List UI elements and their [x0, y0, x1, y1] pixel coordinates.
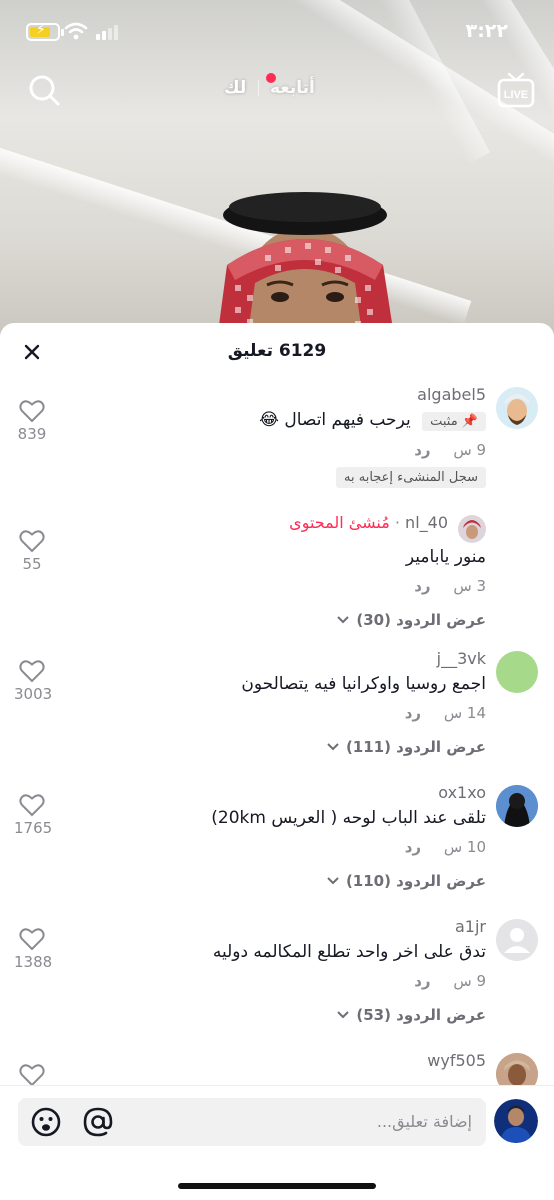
- battery-icon: ⚡: [26, 22, 64, 41]
- like-count: 55: [22, 555, 42, 573]
- comment-time: 9 س: [453, 441, 486, 459]
- video-player[interactable]: ٣:٢٢ ⚡ لك أتابعه LIVE: [0, 0, 554, 340]
- like-button[interactable]: [14, 1063, 50, 1087]
- chevron-down-icon: [337, 1011, 350, 1019]
- comment-text: اجمع روسيا واوكرانيا فيه يتصالحون: [241, 674, 486, 694]
- like-count: 1765: [14, 819, 53, 837]
- like-count: 3003: [14, 685, 53, 703]
- comment-meta: 9 س رد: [106, 441, 486, 459]
- like-button[interactable]: 55: [14, 529, 50, 573]
- signal-icon: [96, 25, 118, 40]
- avatar[interactable]: [496, 651, 538, 693]
- pinned-badge: 📌 مثبت: [422, 412, 486, 431]
- comment-input[interactable]: إضافة تعليق...: [18, 1098, 486, 1146]
- comment-username-row: nl_40 · مُنشئ المحتوى: [289, 513, 448, 532]
- heart-icon: [19, 928, 45, 951]
- my-avatar[interactable]: [494, 1099, 538, 1143]
- like-button[interactable]: 1765: [14, 793, 53, 837]
- comment-input-bar: إضافة تعليق...: [0, 1085, 554, 1200]
- creator-liked-badge: سجل المنشىء إعجابه به: [336, 467, 486, 488]
- reply-button[interactable]: رد: [414, 441, 430, 459]
- heart-icon: [19, 660, 45, 683]
- avatar[interactable]: [496, 387, 538, 429]
- comment-input-placeholder: إضافة تعليق...: [376, 1112, 472, 1131]
- avatar[interactable]: [496, 785, 538, 827]
- comment-username[interactable]: ox1xo: [106, 783, 486, 802]
- view-replies-button[interactable]: عرض الردود (110): [326, 872, 486, 890]
- avatar[interactable]: [496, 919, 538, 961]
- sheet-header: 6129 تعليق: [0, 323, 554, 379]
- comment-username[interactable]: algabel5: [106, 385, 486, 404]
- comment-meta: 9 س رد: [106, 972, 486, 990]
- search-icon[interactable]: [26, 72, 62, 108]
- top-nav: لك أتابعه LIVE: [0, 70, 554, 110]
- reply-button[interactable]: رد: [405, 704, 421, 722]
- comment-username[interactable]: nl_40: [405, 513, 448, 532]
- heart-icon: [19, 1064, 45, 1087]
- comment-time: 9 س: [453, 972, 486, 990]
- view-replies-button[interactable]: عرض الردود (30): [336, 611, 486, 629]
- home-indicator: [178, 1183, 376, 1189]
- live-tv-icon[interactable]: LIVE: [496, 70, 536, 110]
- status-time: ٣:٢٢: [465, 20, 508, 42]
- chevron-down-icon: [327, 877, 339, 885]
- emoji-icon[interactable]: [30, 1106, 62, 1138]
- reply-button[interactable]: رد: [414, 577, 430, 595]
- comment-meta: 14 س رد: [106, 704, 486, 722]
- like-count: 839: [17, 425, 47, 443]
- comment-text-row: 📌 مثبت يرحب فيهم اتصال 😂: [106, 410, 486, 431]
- view-replies-button[interactable]: عرض الردود (111): [326, 738, 486, 756]
- view-replies-button[interactable]: عرض الردود (53): [336, 1006, 486, 1024]
- reply-button[interactable]: رد: [405, 838, 421, 856]
- comment-meta: 3 س رد: [106, 577, 486, 595]
- video-person-image: [217, 192, 395, 340]
- comment-text: تدق على اخر واحد تطلع المكالمه دوليه: [212, 942, 486, 962]
- comments-count-title: 6129 تعليق: [227, 341, 327, 361]
- reply-button[interactable]: رد: [414, 972, 430, 990]
- tab-for-you[interactable]: لك: [224, 78, 246, 98]
- comment-text: منور يابامير: [405, 547, 486, 567]
- mention-icon[interactable]: [82, 1106, 114, 1138]
- comment-time: 10 س: [443, 838, 486, 856]
- status-bar: ٣:٢٢ ⚡: [0, 0, 554, 60]
- comment-text: تلقى عند الباب لوحه ( العريس 20km): [211, 808, 486, 828]
- heart-icon: [19, 530, 45, 553]
- comment-time: 14 س: [443, 704, 486, 722]
- wifi-icon: [64, 22, 88, 40]
- heart-icon: [19, 400, 45, 423]
- chevron-down-icon: [337, 616, 350, 624]
- comment-username[interactable]: j__3vk: [106, 649, 486, 668]
- tab-following[interactable]: أتابعه: [270, 78, 315, 98]
- creator-label: مُنشئ المحتوى: [289, 513, 390, 532]
- comment-username[interactable]: a1jr: [106, 917, 486, 936]
- like-button[interactable]: 1388: [14, 927, 53, 971]
- heart-icon: [19, 794, 45, 817]
- like-button[interactable]: 839: [14, 399, 50, 443]
- comment-time: 3 س: [453, 577, 486, 595]
- comment-text: يرحب فيهم اتصال 😂: [259, 410, 411, 430]
- avatar[interactable]: [458, 515, 486, 543]
- like-button[interactable]: 3003: [14, 659, 53, 703]
- default-avatar-icon: [496, 919, 538, 961]
- like-count: 1388: [14, 953, 53, 971]
- live-label: LIVE: [504, 89, 528, 101]
- comment-meta: 10 س رد: [106, 838, 486, 856]
- tab-divider: [258, 80, 259, 96]
- comments-sheet: 6129 تعليق algabel5 📌 مثبت يرحب فيهم اتص…: [0, 323, 554, 1200]
- chevron-down-icon: [327, 743, 339, 751]
- comment-username[interactable]: wyf505: [106, 1051, 486, 1070]
